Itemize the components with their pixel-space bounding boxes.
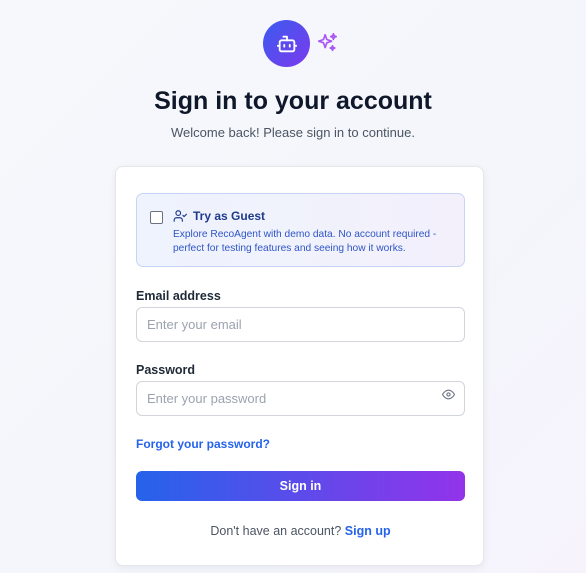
user-icon xyxy=(173,210,187,222)
robot-icon xyxy=(276,35,297,52)
logo-row xyxy=(0,20,586,67)
guest-checkbox[interactable] xyxy=(150,211,163,224)
email-input[interactable] xyxy=(136,307,465,342)
guest-option[interactable]: Try as Guest Explore RecoAgent with demo… xyxy=(136,193,465,267)
forgot-password-link[interactable]: Forgot your password? xyxy=(136,437,270,451)
password-input[interactable] xyxy=(136,381,465,416)
sign-in-button[interactable]: Sign in xyxy=(136,471,465,501)
eye-icon[interactable] xyxy=(442,388,455,401)
page-subtitle: Welcome back! Please sign in to continue… xyxy=(170,125,415,140)
password-label: Password xyxy=(136,363,196,377)
signup-row: Don't have an account? Sign up xyxy=(116,524,485,538)
signup-prompt: Don't have an account? xyxy=(210,524,342,538)
guest-title: Try as Guest xyxy=(193,209,266,223)
email-label: Email address xyxy=(136,289,221,303)
guest-description: Explore RecoAgent with demo data. No acc… xyxy=(173,229,437,254)
robot-logo xyxy=(263,20,310,67)
signin-card: Try as Guest Explore RecoAgent with demo… xyxy=(115,166,484,566)
sparkles-icon xyxy=(317,33,337,52)
page-title: Sign in to your account xyxy=(154,87,432,115)
sign-up-link[interactable]: Sign up xyxy=(345,524,391,538)
